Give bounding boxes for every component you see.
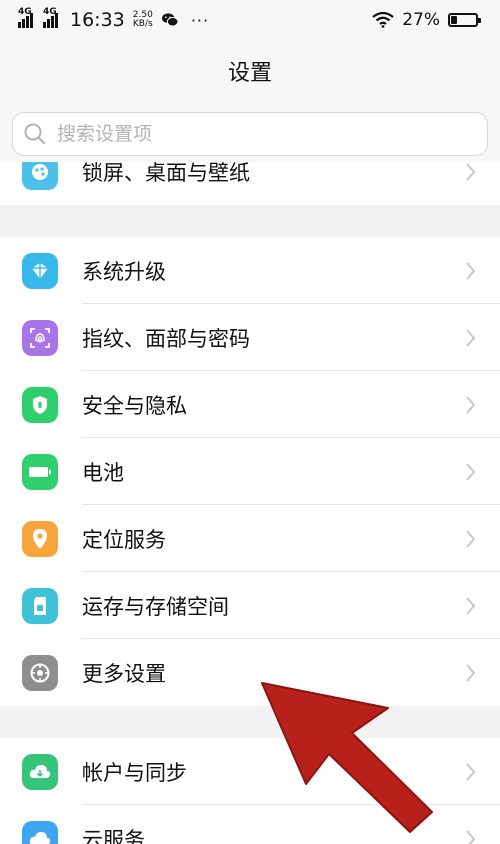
settings-item-fingerprint-face-password[interactable]: 指纹、面部与密码 [0,304,500,371]
storage-icon [22,587,58,624]
settings-item-label: 帐户与同步 [82,760,187,785]
chevron-right-icon [466,596,476,615]
group-separator [0,706,500,738]
gear-icon [22,654,58,691]
signal-icon-sim1: 4G [18,8,33,28]
network-speed: 2.50 KB/s [133,11,153,29]
settings-item-label: 系统升级 [82,259,166,284]
chevron-right-icon [466,328,476,347]
settings-item-system-update[interactable]: 系统升级 [0,237,500,304]
network-speed-unit: KB/s [132,19,153,29]
network-type-label: 4G [18,7,32,17]
settings-group-system: 系统升级 指纹、面部与密码 安全与隐私 电池 定位服务 运存与存储空间 更多设置 [0,237,500,706]
chevron-right-icon [466,829,476,844]
chevron-right-icon [466,762,476,781]
settings-item-accounts-sync[interactable]: 帐户与同步 [0,738,500,805]
chevron-right-icon [466,663,476,682]
battery-icon [22,453,58,490]
chevron-right-icon [466,162,476,181]
chevron-right-icon [466,395,476,414]
wechat-icon [161,13,179,27]
search-box[interactable] [12,112,488,156]
settings-item-label: 锁屏、桌面与壁纸 [82,162,250,185]
sync-icon [22,753,58,790]
shield-icon [22,386,58,423]
search-icon [24,123,46,145]
settings-item-memory-storage[interactable]: 运存与存储空间 [0,572,500,639]
network-type-label: 4G [43,7,57,17]
page-header: 设置 [0,40,500,102]
more-notifications-icon: ··· [190,10,210,30]
chevron-right-icon [466,529,476,548]
fingerprint-icon [22,319,58,356]
settings-group-display: 锁屏、桌面与壁纸 [0,162,500,205]
search-area [0,102,500,162]
chevron-right-icon [466,462,476,481]
settings-item-lockscreen-wallpaper[interactable]: 锁屏、桌面与壁纸 [0,162,500,205]
settings-item-location[interactable]: 定位服务 [0,505,500,572]
chevron-right-icon [466,261,476,280]
system-update-icon [22,252,58,289]
settings-item-label: 安全与隐私 [82,393,187,418]
cloud-icon [22,820,58,844]
page-title: 设置 [227,61,272,86]
settings-item-label: 更多设置 [82,661,166,686]
group-separator [0,205,500,237]
battery-percent: 27% [402,10,440,30]
theme-icon [22,162,58,190]
settings-item-label: 电池 [82,460,124,485]
clock: 16:33 [70,9,125,31]
settings-item-label: 云服务 [82,827,145,844]
wifi-icon [372,12,394,28]
settings-item-label: 运存与存储空间 [82,594,229,619]
settings-group-accounts: 帐户与同步 云服务 [0,738,500,844]
location-icon [22,520,58,557]
settings-item-security-privacy[interactable]: 安全与隐私 [0,371,500,438]
signal-icon-sim2: 4G [43,8,58,28]
status-bar: 4G 4G 16:33 2.50 KB/s ··· 27% [0,0,500,40]
search-input[interactable] [55,122,459,146]
battery-status-icon [448,13,481,27]
settings-item-cloud-service[interactable]: 云服务 [0,805,500,844]
settings-item-battery[interactable]: 电池 [0,438,500,505]
settings-item-label: 指纹、面部与密码 [82,326,250,351]
settings-item-label: 定位服务 [82,527,166,552]
settings-item-more-settings[interactable]: 更多设置 [0,639,500,706]
